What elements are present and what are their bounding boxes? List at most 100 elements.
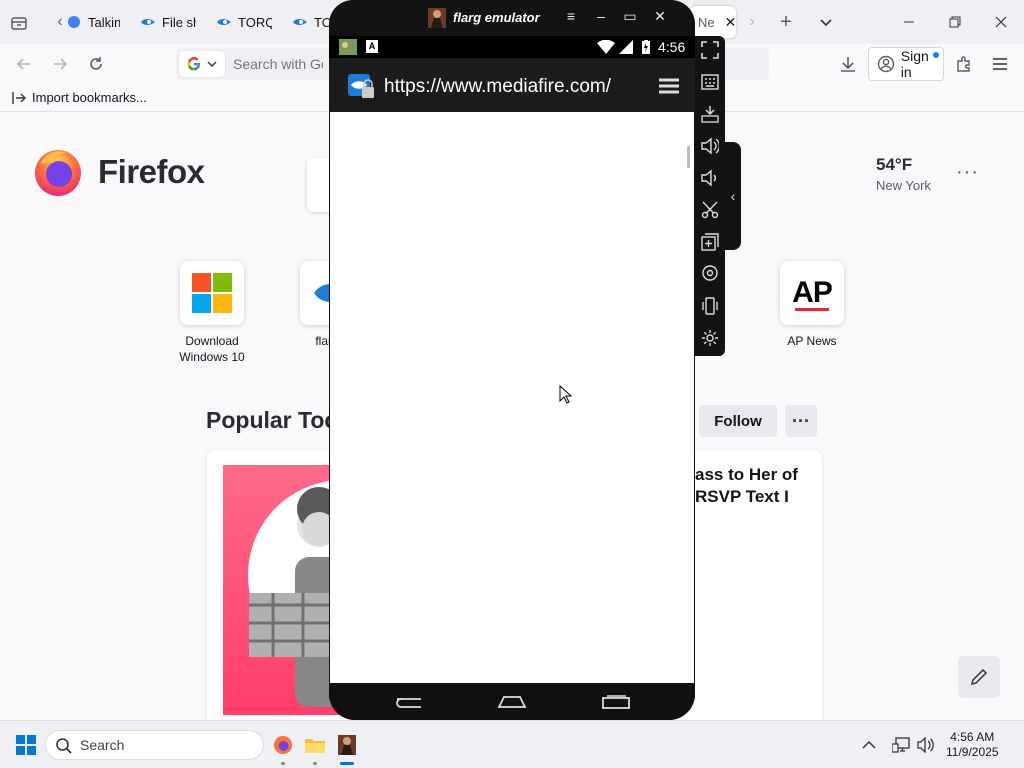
shortcut-ap-news[interactable]: AP AP News [764, 261, 860, 349]
extensions-icon[interactable] [950, 50, 978, 78]
list-all-tabs-icon[interactable] [8, 12, 30, 34]
emulator-maximize-icon[interactable]: ▭ [619, 8, 641, 25]
tab-tor[interactable]: TOR [292, 6, 330, 38]
search-engine-selector[interactable] [179, 51, 225, 77]
tab-file-sharing[interactable]: File sh [140, 6, 196, 38]
mediafire-favicon-icon [141, 19, 155, 25]
story-thumbnail [223, 465, 343, 715]
keyboard-icon[interactable] [699, 71, 721, 93]
signal-icon [619, 40, 633, 54]
google-icon [187, 57, 200, 71]
weather-menu-icon[interactable]: ··· [956, 161, 979, 184]
tabs-stack-icon[interactable] [657, 77, 681, 95]
fullscreen-icon[interactable] [699, 39, 721, 61]
url-input[interactable] [233, 56, 323, 72]
windows-taskbar: Search 4:56 AM 11/9/2025 [0, 720, 1024, 768]
firefox-taskbar-icon[interactable] [273, 735, 293, 755]
emulator-menu-icon[interactable]: ≡ [560, 8, 582, 24]
location-pin-icon[interactable] [699, 263, 721, 285]
tab-favicon-icon [68, 16, 80, 28]
back-key-icon[interactable] [395, 695, 423, 709]
taskbar-running-indicator [281, 762, 285, 765]
ap-underline [795, 307, 829, 311]
tab-torq[interactable]: TORQ [216, 6, 272, 38]
android-status-bar: A 4:56 [329, 36, 695, 58]
emulator-close-icon[interactable]: ✕ [649, 8, 671, 25]
mouse-cursor-icon [559, 385, 573, 404]
import-bookmarks-link[interactable]: Import bookmarks... [32, 90, 147, 105]
reload-icon[interactable] [82, 50, 110, 78]
taskbar-running-indicator [313, 762, 317, 765]
minimize-button[interactable] [886, 0, 932, 44]
firefox-logo-icon [35, 150, 81, 196]
popular-today-heading: Popular Toc [206, 407, 338, 433]
clock-time: 4:56 AM [950, 730, 995, 744]
shortcut-label: Download Windows 10 [179, 334, 245, 364]
sign-in-button[interactable]: Sign in [868, 47, 944, 81]
multi-instance-icon[interactable] [699, 231, 721, 253]
taskbar-search-label: Search [80, 737, 125, 753]
tab-label: Ne [698, 14, 715, 30]
scroll-indicator [687, 146, 690, 168]
downloads-icon[interactable] [834, 50, 862, 78]
wifi-icon [597, 40, 615, 54]
restore-button[interactable] [932, 0, 978, 44]
android-webview[interactable] [330, 112, 694, 683]
tab-scroll-right-icon[interactable]: › [742, 12, 762, 32]
tab-new-tab[interactable]: Ne ✕ [690, 6, 736, 38]
list-tabs-chevron-icon[interactable] [814, 10, 838, 34]
tab-label: TOR [314, 14, 330, 30]
battery-icon [642, 40, 650, 54]
emulator-window[interactable]: flarg emulator ≡ – ▭ ✕ A 4:56 https://ww… [329, 0, 695, 720]
emulator-side-toolbar [695, 36, 725, 356]
screenshot-scissors-icon[interactable] [699, 199, 721, 221]
chevron-down-icon [207, 61, 217, 67]
show-hidden-icons-chevron-icon[interactable] [862, 740, 876, 750]
clock-date: 11/9/2025 [946, 745, 999, 759]
edit-pencil-icon[interactable] [958, 656, 1000, 698]
apk-install-icon[interactable] [699, 103, 721, 125]
shortcut-download-windows[interactable]: Download Windows 10 [164, 261, 260, 365]
search-icon [56, 738, 72, 754]
more-options-button[interactable]: ··· [785, 405, 817, 437]
weather-widget[interactable]: 54°F New York [876, 155, 931, 193]
volume-icon[interactable] [917, 737, 935, 753]
tab-talking[interactable]: Talkin [66, 6, 120, 38]
taskbar-clock[interactable]: 4:56 AM 11/9/2025 [946, 730, 999, 760]
back-arrow-icon[interactable] [10, 50, 38, 78]
close-tab-icon[interactable]: ✕ [725, 14, 736, 31]
network-icon[interactable] [892, 737, 910, 753]
volume-up-icon[interactable] [699, 135, 721, 157]
close-window-button[interactable] [978, 0, 1024, 44]
collapse-toolbar-chevron-icon[interactable]: ‹ [725, 142, 741, 250]
shortcut-label: AP News [787, 334, 837, 348]
file-explorer-icon[interactable] [305, 736, 325, 754]
mediafire-favicon-icon [217, 19, 231, 25]
new-tab-plus-icon[interactable]: + [774, 10, 798, 34]
hamburger-menu-icon[interactable] [986, 50, 1014, 78]
emulator-app-icon [428, 8, 446, 28]
ap-logo-icon: AP [792, 275, 833, 309]
story-headline[interactable]: ass to Her of RSVP Text I [695, 464, 820, 508]
home-key-icon[interactable] [498, 695, 526, 709]
taskbar-search-box[interactable]: Search [45, 730, 264, 760]
volume-down-icon[interactable] [699, 167, 721, 189]
windows-logo-icon [192, 273, 232, 313]
tab-label: TORQ [238, 14, 272, 30]
mediafire-lock-icon [348, 74, 374, 98]
follow-button[interactable]: Follow [699, 405, 777, 437]
firefox-wordmark: Firefox [98, 153, 205, 190]
app-url[interactable]: https://www.mediafire.com/ [384, 76, 611, 98]
emulator-titlebar[interactable]: flarg emulator ≡ – ▭ ✕ [329, 0, 695, 36]
windows-start-icon[interactable] [16, 735, 36, 755]
shake-vibrate-icon[interactable] [699, 295, 721, 317]
android-app-bar: https://www.mediafire.com/ [329, 58, 695, 112]
forward-arrow-icon[interactable] [46, 50, 74, 78]
flarg-emulator-taskbar-icon[interactable] [338, 735, 356, 755]
weather-city: New York [876, 178, 931, 193]
weather-temperature: 54°F [876, 155, 913, 174]
emulator-minimize-icon[interactable]: – [590, 8, 612, 24]
settings-gear-icon[interactable] [699, 327, 721, 349]
recents-key-icon[interactable] [602, 695, 630, 709]
account-icon [877, 55, 895, 73]
